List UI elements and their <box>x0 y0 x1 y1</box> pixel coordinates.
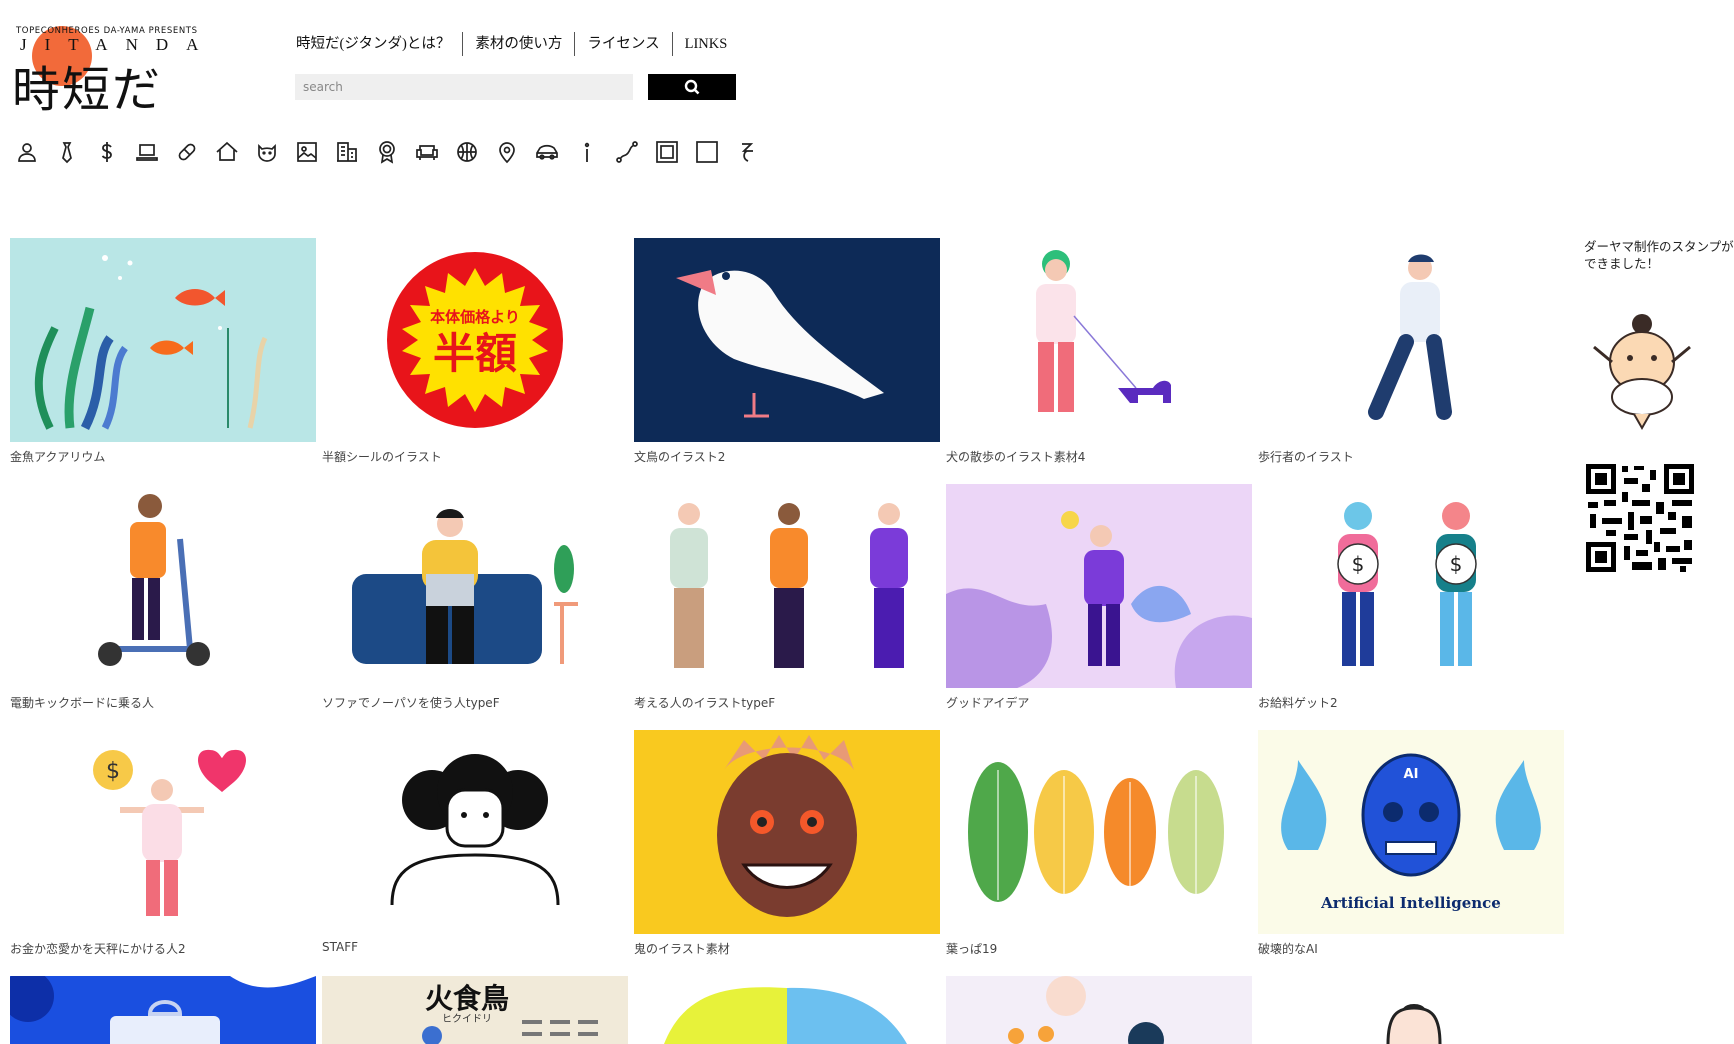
list-item[interactable] <box>10 976 316 1044</box>
cassowary-subtitle: ヒクイドリ <box>442 1013 492 1025</box>
item-caption[interactable]: 破壊的なAI <box>1258 940 1564 957</box>
money-or-love-thumbnail: $ <box>10 730 316 934</box>
list-item[interactable]: 金魚アクアリウム <box>10 238 316 465</box>
list-item[interactable]: 文鳥のイラスト2 <box>634 238 940 465</box>
list-item[interactable] <box>946 976 1252 1044</box>
pedestrian-thumbnail <box>1258 238 1564 442</box>
item-caption[interactable]: 歩行者のイラスト <box>1258 448 1564 465</box>
house-icon[interactable] <box>213 138 241 166</box>
basketball-icon[interactable] <box>453 138 481 166</box>
item-caption[interactable]: 考える人のイラストtypeF <box>634 694 940 711</box>
frame-icon[interactable] <box>653 138 681 166</box>
info-icon[interactable] <box>573 138 601 166</box>
search-button[interactable] <box>648 74 736 100</box>
item-caption[interactable]: 鬼のイラスト素材 <box>634 940 940 957</box>
search-icon <box>684 79 700 95</box>
nav-links[interactable]: LINKS <box>673 32 740 56</box>
necktie-icon[interactable] <box>53 138 81 166</box>
good-idea-thumbnail <box>946 484 1252 688</box>
list-item[interactable]: $ お金か恋愛かを天秤にかける人2 <box>10 730 316 957</box>
svg-text:$: $ <box>106 759 120 784</box>
sidebar: ダーヤマ制作のスタンプができました！ <box>1584 238 1734 578</box>
list-item[interactable]: 火食鳥 ヒクイドリ <box>322 976 628 1044</box>
list-item[interactable]: $ $ お給料ゲット2 <box>1258 484 1564 711</box>
svg-text:$: $ <box>1450 552 1463 576</box>
cassowary-thumbnail: 火食鳥 ヒクイドリ <box>322 976 628 1044</box>
list-item[interactable]: STAFF <box>322 730 628 954</box>
coins-thumbnail <box>946 976 1252 1044</box>
stamp-note: ダーヤマ制作のスタンプができました！ <box>1584 239 1734 271</box>
list-item[interactable]: 歩行者のイラスト <box>1258 238 1564 465</box>
list-item[interactable]: 電動キックボードに乗る人 <box>10 484 316 711</box>
dollar-icon[interactable] <box>93 138 121 166</box>
square-icon[interactable] <box>693 138 721 166</box>
clipboard-thumbnail <box>10 976 316 1044</box>
item-caption[interactable]: 半額シールのイラスト <box>322 448 628 465</box>
main-nav: 時短だ(ジタンダ)とは？ 素材の使い方 ライセンス LINKS <box>296 32 739 56</box>
list-item[interactable] <box>1258 976 1564 1044</box>
search-input[interactable] <box>295 74 633 100</box>
sofa-icon[interactable] <box>413 138 441 166</box>
medal-icon[interactable] <box>373 138 401 166</box>
svg-text:$: $ <box>1352 552 1365 576</box>
cassowary-title: 火食鳥 <box>425 982 509 1015</box>
pill-icon[interactable] <box>173 138 201 166</box>
list-item[interactable]: 考える人のイラストtypeF <box>634 484 940 711</box>
cat-icon[interactable] <box>253 138 281 166</box>
nav-about[interactable]: 時短だ(ジタンダ)とは？ <box>296 32 464 56</box>
qr-code[interactable] <box>1584 462 1734 578</box>
dog-walk-thumbnail <box>946 238 1252 442</box>
list-item[interactable]: AI Artificial Intelligence 破壊的なAI <box>1258 730 1564 957</box>
image-icon[interactable] <box>293 138 321 166</box>
nav-usage[interactable]: 素材の使い方 <box>463 32 576 56</box>
salary-thumbnail: $ $ <box>1258 484 1564 688</box>
list-item[interactable]: 犬の散歩のイラスト素材4 <box>946 238 1252 465</box>
route-icon[interactable] <box>613 138 641 166</box>
item-caption[interactable]: 文鳥のイラスト2 <box>634 448 940 465</box>
sticker-main-text: 半額 <box>433 329 517 378</box>
other-icon[interactable] <box>733 138 761 166</box>
sumo-stamp-image[interactable] <box>1584 302 1734 436</box>
site-logo[interactable]: TOPECONHEROES DA-YAMA PRESENTS JITANDA 時… <box>12 22 212 118</box>
list-item[interactable]: ソファでノーパソを使う人typeF <box>322 484 628 711</box>
staff-thumbnail <box>322 730 628 934</box>
car-icon[interactable] <box>533 138 561 166</box>
sticker-top-text: 本体価格より <box>430 308 520 326</box>
category-icons <box>13 138 773 166</box>
half-price-sticker-thumbnail: 本体価格より 半額 <box>322 238 628 442</box>
item-caption[interactable]: 電動キックボードに乗る人 <box>10 694 316 711</box>
sofa-laptop-thumbnail <box>322 484 628 688</box>
item-caption[interactable]: グッドアイデア <box>946 694 1252 711</box>
list-item[interactable]: 葉っぱ19 <box>946 730 1252 957</box>
map-pin-icon[interactable] <box>493 138 521 166</box>
building-icon[interactable] <box>333 138 361 166</box>
list-item[interactable]: 鬼のイラスト素材 <box>634 730 940 957</box>
man-thumbnail <box>1258 976 1564 1044</box>
destructive-ai-thumbnail: AI Artificial Intelligence <box>1258 730 1564 934</box>
ai-badge-text: AI <box>1404 767 1419 782</box>
item-caption[interactable]: 犬の散歩のイラスト素材4 <box>946 448 1252 465</box>
kickboard-thumbnail <box>10 484 316 688</box>
list-item[interactable]: 本体価格より 半額 半額シールのイラスト <box>322 238 628 465</box>
java-sparrow-thumbnail <box>634 238 940 442</box>
item-caption[interactable]: ソファでノーパソを使う人typeF <box>322 694 628 711</box>
nav-license[interactable]: ライセンス <box>575 32 673 56</box>
item-caption[interactable]: STAFF <box>322 940 628 954</box>
person-icon[interactable] <box>13 138 41 166</box>
yellow-blue-thumbnail <box>634 976 940 1044</box>
item-caption[interactable]: お給料ゲット2 <box>1258 694 1564 711</box>
item-caption[interactable]: 葉っぱ19 <box>946 940 1252 957</box>
goldfish-thumbnail <box>10 238 316 442</box>
laptop-icon[interactable] <box>133 138 161 166</box>
list-item[interactable] <box>634 976 940 1044</box>
logo-name-jp: 時短だ <box>12 62 163 118</box>
leaves-thumbnail <box>946 730 1252 934</box>
item-caption[interactable]: 金魚アクアリウム <box>10 448 316 465</box>
item-caption[interactable]: お金か恋愛かを天秤にかける人2 <box>10 940 316 957</box>
ai-title-text: Artificial Intelligence <box>1320 894 1501 912</box>
list-item[interactable]: グッドアイデア <box>946 484 1252 711</box>
oni-thumbnail <box>634 730 940 934</box>
thinking-people-thumbnail <box>634 484 940 688</box>
